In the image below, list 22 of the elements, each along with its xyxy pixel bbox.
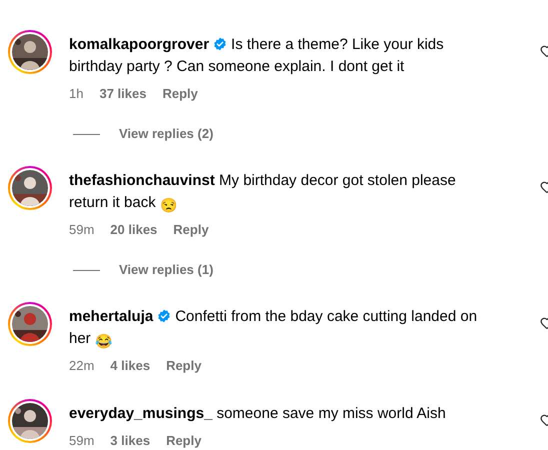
view-replies-link[interactable]: View replies (1) xyxy=(119,261,214,279)
username-link[interactable]: thefashionchauvinst xyxy=(69,172,215,189)
comment-text: everyday_musings_ someone save my miss world Aish xyxy=(69,404,447,424)
comment-time: 1h xyxy=(69,86,84,102)
username-link[interactable]: mehertaluja xyxy=(69,308,154,325)
username-link[interactable]: everyday_musings_ xyxy=(69,405,212,422)
likes-link[interactable]: 37 likes xyxy=(99,86,146,102)
reply-link[interactable]: Reply xyxy=(162,86,198,102)
comment-time: 59m xyxy=(69,222,94,238)
comment-time: 59m xyxy=(69,433,94,449)
likes-link[interactable]: 20 likes xyxy=(110,222,158,238)
likes-link[interactable]: 3 likes xyxy=(110,433,150,449)
reply-link[interactable]: Reply xyxy=(166,358,202,374)
comment-text: thefashionchauvinst My birthday decor got stolen please return it back 😒 xyxy=(69,171,457,214)
reply-link[interactable]: Reply xyxy=(166,433,202,449)
comment-text: mehertaluja Confetti from the bday cake cutting landed on her 😂 xyxy=(69,307,478,350)
comment-time: 22m xyxy=(69,358,94,374)
likes-link[interactable]: 4 likes xyxy=(110,358,150,374)
view-replies-link[interactable]: View replies (2) xyxy=(119,125,214,143)
reply-link[interactable]: Reply xyxy=(173,222,209,238)
comment-text: komalkapoorgrover Is there a theme? Like your kids birthday party ? Can someone explain. I dont get it xyxy=(69,35,445,77)
username-link[interactable]: komalkapoorgrover xyxy=(69,36,210,53)
